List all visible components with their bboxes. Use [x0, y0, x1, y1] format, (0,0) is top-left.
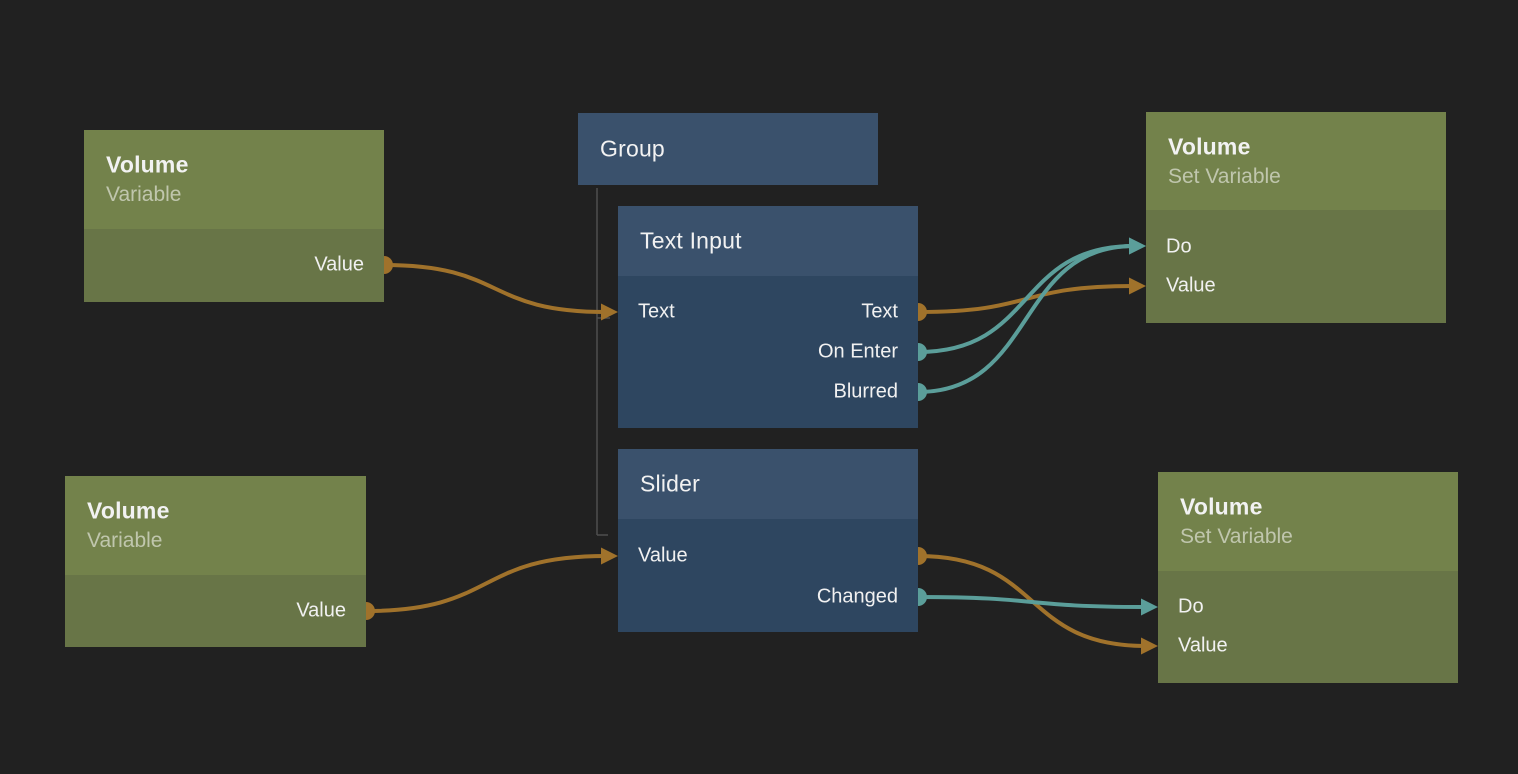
wire-event-6[interactable]: [918, 597, 1146, 607]
wire-signal-5[interactable]: [918, 556, 1146, 646]
node-header[interactable]: Volume Variable: [84, 130, 384, 229]
node-title: Volume: [106, 152, 189, 179]
port-label-value: Value: [1178, 635, 1228, 658]
wire-arrowhead-icon: [1129, 238, 1146, 255]
wire-signal-2[interactable]: [918, 286, 1134, 312]
wire-signal-1[interactable]: [366, 556, 606, 611]
wire-arrowhead-icon: [1141, 599, 1158, 616]
port-label-value: Value: [1166, 275, 1216, 298]
port-label-do: Do: [1166, 236, 1192, 259]
wire-signal-0[interactable]: [384, 265, 606, 312]
node-graph-canvas[interactable]: Volume Variable Value Volume Variable Value Gr…: [0, 0, 1518, 774]
node-volume-set-variable-top[interactable]: Volume Set Variable Do Value: [1146, 112, 1446, 323]
port-label-on-enter: On Enter: [818, 341, 898, 364]
node-subtitle: Set Variable: [1168, 165, 1281, 189]
node-body: [618, 519, 918, 632]
node-text-input[interactable]: Text Input Text Text On Enter Blurred: [618, 206, 918, 428]
node-title: Volume: [1180, 494, 1263, 521]
node-header[interactable]: Text Input: [618, 206, 918, 276]
node-subtitle: Set Variable: [1180, 525, 1293, 549]
node-body: [1158, 571, 1458, 683]
wire-arrowhead-icon: [601, 548, 618, 565]
wire-arrowhead-icon: [1129, 238, 1146, 255]
node-subtitle: Variable: [106, 183, 182, 207]
node-header[interactable]: Volume Set Variable: [1158, 472, 1458, 571]
group-children-line: [597, 188, 610, 535]
node-title: Text Input: [640, 228, 742, 255]
node-title: Group: [600, 136, 665, 163]
node-slider[interactable]: Slider Value Changed: [618, 449, 918, 632]
node-header[interactable]: Volume Variable: [65, 476, 366, 575]
wire-arrowhead-icon: [1129, 278, 1146, 295]
node-volume-variable-bottom[interactable]: Volume Variable Value: [65, 476, 366, 647]
port-label-value: Value: [296, 600, 346, 623]
node-title: Volume: [87, 498, 170, 525]
node-volume-variable-top[interactable]: Volume Variable Value: [84, 130, 384, 302]
wire-event-3[interactable]: [918, 246, 1134, 352]
port-label-text: Text: [861, 301, 898, 324]
port-label-blurred: Blurred: [834, 381, 898, 404]
node-body: [1146, 210, 1446, 323]
wire-arrowhead-icon: [601, 304, 618, 321]
port-label-value: Value: [638, 545, 688, 568]
wire-event-4[interactable]: [918, 246, 1134, 392]
port-label-text: Text: [638, 301, 675, 324]
wire-arrowhead-icon: [1141, 638, 1158, 655]
node-title: Volume: [1168, 134, 1251, 161]
port-label-changed: Changed: [817, 586, 898, 609]
node-header[interactable]: Group: [578, 113, 878, 185]
node-title: Slider: [640, 471, 700, 498]
port-label-do: Do: [1178, 596, 1204, 619]
node-header[interactable]: Slider: [618, 449, 918, 519]
port-label-value: Value: [314, 254, 364, 277]
node-volume-set-variable-bottom[interactable]: Volume Set Variable Do Value: [1158, 472, 1458, 683]
node-subtitle: Variable: [87, 529, 163, 553]
node-group[interactable]: Group: [578, 113, 878, 185]
node-header[interactable]: Volume Set Variable: [1146, 112, 1446, 210]
